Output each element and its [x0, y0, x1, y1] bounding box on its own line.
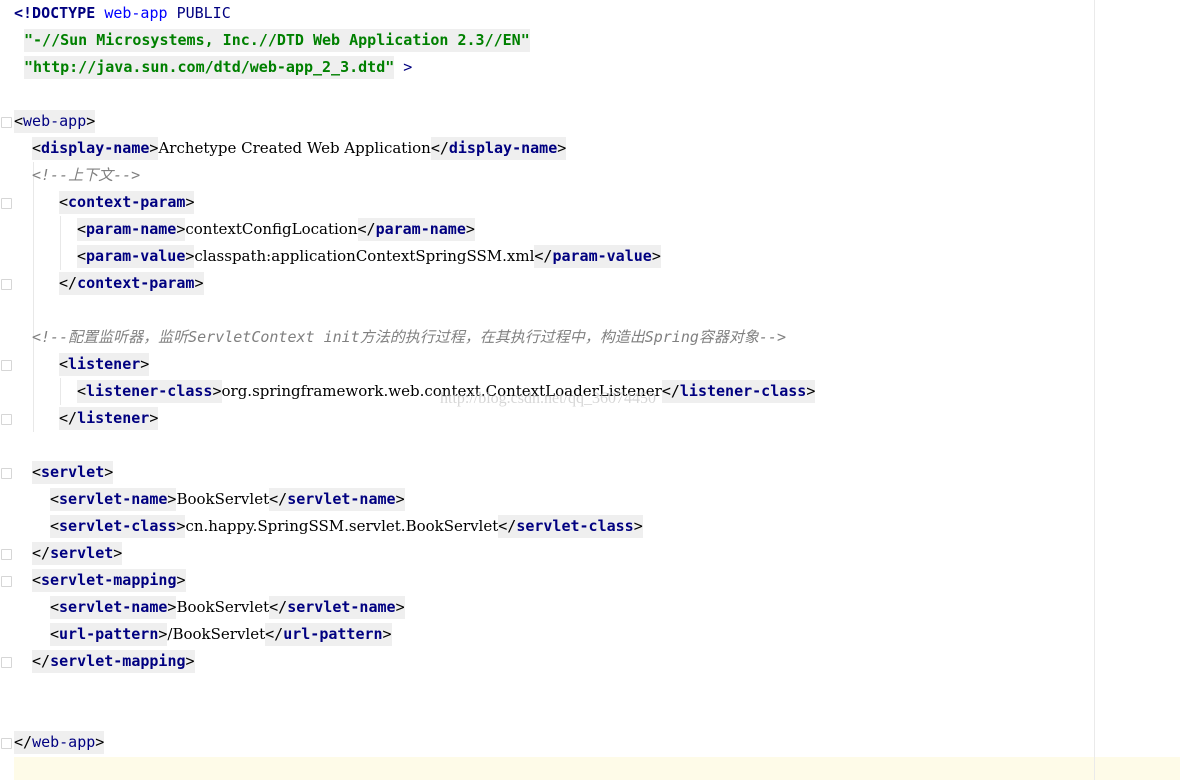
code-line-param-name[interactable]: <param-name>contextConfigLocation</param… — [0, 216, 475, 243]
tag-servlet-name: servlet-name — [59, 490, 168, 508]
code-line-param-value[interactable]: <param-value>classpath:applicationContex… — [0, 243, 661, 270]
comment-listener: <!--配置监听器，监听ServletContext init方法的执行过程，在… — [32, 328, 786, 346]
tag-servlet-class: servlet-class — [59, 517, 177, 535]
tag-param-name-close: param-name — [375, 220, 466, 238]
doctype-fpi: "-//Sun Microsystems, Inc.//DTD Web Appl… — [24, 31, 530, 49]
doctype-dtd-url: "http://java.sun.com/dtd/web-app_2_3.dtd… — [24, 58, 395, 76]
code-line-context-param-open[interactable]: <context-param> — [0, 189, 195, 216]
code-line-servlet-name[interactable]: <servlet-name>BookServlet</servlet-name> — [0, 486, 405, 513]
tag-servlet-class-close: servlet-class — [516, 517, 634, 535]
tag-web-app-close: web-app — [32, 733, 96, 751]
tag-mapping-servlet-name: servlet-name — [59, 598, 168, 616]
code-line-display-name[interactable]: <display-name>Archetype Created Web Appl… — [0, 135, 567, 162]
code-line-servlet-mapping-close[interactable]: </servlet-mapping> — [0, 648, 195, 675]
tag-context-param-close: context-param — [77, 274, 195, 292]
tag-param-value: param-value — [86, 247, 186, 265]
code-line-servlet-open[interactable]: <servlet> — [0, 459, 114, 486]
tag-servlet-close: servlet — [50, 544, 114, 562]
code-line-doctype-fpi[interactable]: "-//Sun Microsystems, Inc.//DTD Web Appl… — [0, 27, 530, 54]
doctype-close: > — [403, 58, 413, 76]
url-pattern-value: /BookServlet — [167, 625, 266, 643]
mapping-servlet-name-value: BookServlet — [176, 598, 270, 616]
code-line-comment-listener[interactable]: <!--配置监听器，监听ServletContext init方法的执行过程，在… — [0, 324, 786, 351]
code-line-servlet-mapping-open[interactable]: <servlet-mapping> — [0, 567, 186, 594]
code-line-listener-close[interactable]: </listener> — [0, 405, 159, 432]
code-editor[interactable]: <!DOCTYPE web-app PUBLIC "-//Sun Microsy… — [0, 0, 1180, 780]
tag-param-name: param-name — [86, 220, 177, 238]
tag-servlet-mapping-close: servlet-mapping — [50, 652, 186, 670]
tag-web-app: web-app — [23, 112, 87, 130]
tag-url-pattern-close: url-pattern — [283, 625, 383, 643]
tag-display-name-close: display-name — [448, 139, 558, 157]
param-name-value: contextConfigLocation — [185, 220, 358, 238]
code-line-mapping-servlet-name[interactable]: <servlet-name>BookServlet</servlet-name> — [0, 594, 405, 621]
tag-context-param: context-param — [68, 193, 186, 211]
comment-context: <!--上下文--> — [32, 166, 141, 184]
code-line-listener-open[interactable]: <listener> — [0, 351, 150, 378]
tag-listener-close: listener — [77, 409, 150, 427]
code-line-doctype-url[interactable]: "http://java.sun.com/dtd/web-app_2_3.dtd… — [0, 54, 412, 81]
doctype-root: web-app — [104, 4, 168, 22]
doctype-open: <!DOCTYPE — [14, 4, 96, 22]
listener-class-value: org.springframework.web.context.ContextL… — [221, 382, 662, 400]
code-line-servlet-class[interactable]: <servlet-class>cn.happy.SpringSSM.servle… — [0, 513, 643, 540]
servlet-class-value: cn.happy.SpringSSM.servlet.BookServlet — [185, 517, 499, 535]
tag-url-pattern: url-pattern — [59, 625, 159, 643]
tag-servlet-name-close: servlet-name — [287, 490, 396, 508]
tag-mapping-servlet-name-close: servlet-name — [287, 598, 396, 616]
tag-servlet-mapping: servlet-mapping — [41, 571, 177, 589]
tag-servlet: servlet — [41, 463, 105, 481]
code-line-web-app-open[interactable]: <web-app> — [0, 108, 96, 135]
tag-display-name: display-name — [41, 139, 150, 157]
code-line-comment-context[interactable]: <!--上下文--> — [0, 162, 140, 189]
servlet-name-value: BookServlet — [176, 490, 270, 508]
tag-listener-class: listener-class — [86, 382, 213, 400]
code-line-url-pattern[interactable]: <url-pattern>/BookServlet</url-pattern> — [0, 621, 392, 648]
display-name-value: Archetype Created Web Application — [158, 139, 431, 157]
tag-listener-class-close: listener-class — [679, 382, 807, 400]
param-value-value: classpath:applicationContextSpringSSM.xm… — [194, 247, 535, 265]
current-line-highlight — [0, 757, 1180, 780]
tag-listener: listener — [68, 355, 141, 373]
code-line-listener-class[interactable]: <listener-class>org.springframework.web.… — [0, 378, 816, 405]
code-line-doctype[interactable]: <!DOCTYPE web-app PUBLIC — [0, 0, 231, 27]
code-line-web-app-close[interactable]: </web-app> — [0, 729, 105, 756]
doctype-public: PUBLIC — [176, 4, 231, 22]
code-line-servlet-close[interactable]: </servlet> — [0, 540, 123, 567]
right-margin-guide — [1094, 0, 1095, 780]
tag-param-value-close: param-value — [552, 247, 652, 265]
code-line-context-param-close[interactable]: </context-param> — [0, 270, 204, 297]
